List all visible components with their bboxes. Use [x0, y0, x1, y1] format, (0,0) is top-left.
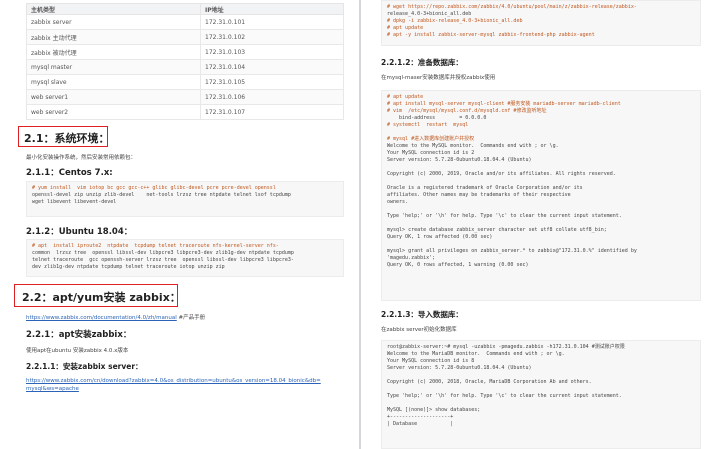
code-line: | Database |	[387, 421, 454, 427]
doc-link[interactable]: https://www.zabbix.com/documentation/4.0…	[26, 315, 177, 321]
zabbix-repo-code-block: # wget https://repo.zabbix.com/zabbix/4.…	[381, 0, 701, 46]
code-line: # apt update	[387, 25, 424, 31]
code-line: # apt install mysql-server mysql-client …	[387, 101, 621, 107]
code-line: Welcome to the MariaDB monitor. Commands…	[387, 351, 565, 357]
code-line: # dpkg -i zabbix-release_4.0-3+bionic_al…	[387, 18, 523, 24]
code-line: Welcome to the MySQL monitor. Commands e…	[387, 143, 559, 149]
table-header: IP地址	[200, 3, 344, 15]
code-line: # apt install iproute2 ntpdate tcpdump t…	[32, 243, 279, 249]
centos-code-block: # yum install vim iotop bc gcc gcc-c++ g…	[26, 181, 344, 217]
host-type-cell: web server1	[26, 89, 201, 105]
table-row: web server1 172.31.0.106	[26, 89, 344, 105]
ubuntu-code-block: # apt install iproute2 ntpdate tcpdump t…	[26, 239, 344, 277]
host-type-cell: zabbix server	[26, 14, 201, 30]
heading-ubuntu: 2.1.2：Ubuntu 18.04：	[26, 227, 133, 237]
code-line: # vim /etc/mysql/mysql.conf.d/mysqld.cnf…	[387, 108, 547, 114]
code-line: # wget https://repo.zabbix.com/zabbix/4.…	[387, 4, 637, 10]
host-type-cell: zabbix 主动代理	[26, 29, 201, 45]
code-line: Copyright (c) 2000, 2019, Oracle and/or …	[387, 171, 616, 177]
ip-address-cell: 172.31.0.106	[200, 89, 344, 105]
code-line: mysql> grant all privileges on zabbix_se…	[387, 248, 637, 254]
code-line: openssl-devel zip unzip zlib-devel net-t…	[32, 192, 291, 198]
code-line: common lrzsz tree openssl libssl-dev lib…	[32, 250, 294, 256]
code-line: Oracle is a registered trademark of Orac…	[387, 185, 583, 191]
code-line: # systemctl restart mysql	[387, 122, 469, 128]
code-line: +--------------------+	[387, 414, 454, 420]
host-type-cell: mysql master	[26, 59, 201, 75]
code-line: mysql> create database zabbix_server cha…	[387, 227, 607, 233]
code-line: # mysql #进入数据库创建账户并授权	[387, 136, 475, 142]
code-line: Server version: 5.7.28-0ubuntu0.18.04.4 …	[387, 365, 532, 371]
code-line: MySQL [(none)]> show databases;	[387, 407, 481, 413]
doc-link-line: https://www.zabbix.com/documentation/4.0…	[26, 313, 205, 321]
env-description: 最小化安装操作系统，然后安装常用依赖包：	[26, 155, 137, 161]
code-line: Query OK, 0 rows affected, 1 warning (0.…	[387, 262, 529, 268]
mysql-setup-code-block: # apt update # apt install mysql-server m…	[381, 90, 701, 301]
code-line: # apt update	[387, 94, 424, 100]
table-row: mysql master 172.31.0.104	[26, 59, 344, 75]
code-line: affiliates. Other names may be trademark…	[387, 192, 571, 198]
code-line: dev zlib1g-dev ntpdate tcpdump telnet tr…	[32, 264, 225, 270]
ip-address-cell: 172.31.0.107	[200, 104, 344, 120]
table-row: zabbix 被动代理 172.31.0.103	[26, 44, 344, 60]
ip-address-cell: 172.31.0.103	[200, 44, 344, 60]
code-line: telnet traceroute gcc openssh-server lrz…	[32, 257, 294, 263]
code-line: wget libevent libevent-devel	[32, 199, 117, 205]
db-description: 在mysql-maser安装数据库并授权zabbix使用	[381, 75, 496, 81]
table-row: mysql slave 172.31.0.105	[26, 74, 344, 90]
heading-apt-yum: 2.2：apt/yum安装 zabbix：	[22, 291, 181, 304]
code-line: Copyright (c) 2000, 2018, Oracle, MariaD…	[387, 379, 592, 385]
download-link-line-1: https://www.zabbix.com/cn/download?zabbi…	[26, 378, 321, 384]
host-type-cell: mysql slave	[26, 74, 201, 90]
right-page: # wget https://repo.zabbix.com/zabbix/4.…	[361, 0, 720, 449]
heading-system-env: 2.1：系统环境：	[24, 132, 110, 145]
code-line: Your MySQL connection id is 8	[387, 358, 475, 364]
import-description: 在zabbix server初始化数据库	[381, 327, 457, 333]
table-header: 主机类型	[26, 3, 201, 15]
code-line: Type 'help;' or '\h' for help. Type '\c'…	[387, 213, 622, 219]
code-line: Server version: 5.7.28-0ubuntu0.18.04.4 …	[387, 157, 532, 163]
host-ip-table: 主机类型 IP地址 zabbix server 172.31.0.101 zabbix…	[26, 3, 344, 120]
table-row: zabbix server 172.31.0.101	[26, 14, 344, 30]
heading-import-db: 2.2.1.3：导入数据库：	[381, 310, 463, 319]
download-link-line-2: mysql&ws=apache	[26, 386, 79, 392]
ip-address-cell: 172.31.0.101	[200, 14, 344, 30]
code-line: release_4.0-3+bionic_all.deb	[387, 11, 472, 17]
code-line: Your MySQL connection id is 2	[387, 150, 475, 156]
ip-address-cell: 172.31.0.105	[200, 74, 344, 90]
code-line: # yum install vim iotop bc gcc gcc-c++ g…	[32, 185, 276, 191]
code-line: 'magedu.zabbix';	[387, 255, 436, 261]
code-line: root@zabbix-server:~# mysql -uzabbix -pm…	[387, 344, 625, 350]
table-row: web server2 172.31.0.107	[26, 104, 344, 120]
download-link[interactable]: https://www.zabbix.com/cn/download?zabbi…	[26, 378, 321, 384]
code-line: # apt -y install zabbix-server-mysql zab…	[387, 32, 595, 38]
heading-apt-install: 2.2.1：apt安装zabbix：	[26, 330, 132, 340]
import-code-block: root@zabbix-server:~# mysql -uzabbix -pm…	[381, 340, 701, 449]
host-type-cell: zabbix 被动代理	[26, 44, 201, 60]
apt-description: 使用apt在ubuntu 安装zabbix 4.0.x版本	[26, 348, 129, 354]
ip-address-cell: 172.31.0.102	[200, 29, 344, 45]
download-link-cont[interactable]: mysql&ws=apache	[26, 386, 79, 392]
heading-centos: 2.1.1：Centos 7.x:	[26, 168, 113, 178]
code-line: Type 'help;' or '\h' for help. Type '\c'…	[387, 393, 622, 399]
doc-link-suffix: #产品手册	[176, 315, 206, 321]
code-line: Query OK, 1 row affected (0.00 sec)	[387, 234, 493, 240]
table-row: zabbix 主动代理 172.31.0.102	[26, 29, 344, 45]
left-page: 主机类型 IP地址 zabbix server 172.31.0.101 zabbix…	[0, 0, 359, 449]
code-line: owners.	[387, 199, 409, 205]
heading-install-server: 2.2.1.1：安装zabbix server：	[26, 362, 143, 371]
ip-address-cell: 172.31.0.104	[200, 59, 344, 75]
heading-prepare-db: 2.2.1.2：准备数据库：	[381, 58, 463, 67]
host-type-cell: web server2	[26, 104, 201, 120]
code-line: bind-address = 0.0.0.0	[387, 115, 487, 121]
